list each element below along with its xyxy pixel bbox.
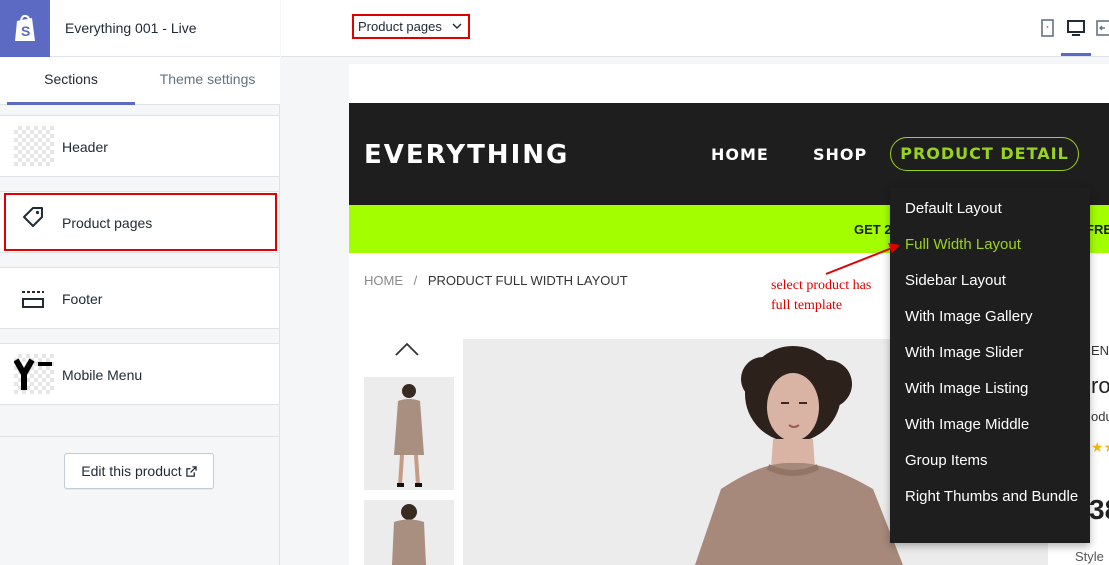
section-label: Mobile Menu xyxy=(62,367,143,383)
theme-editor: S Everything 001 - Live Sections Theme s… xyxy=(0,0,1109,565)
chevron-down-icon xyxy=(452,16,462,43)
dropdown-item[interactable]: With Image Slider xyxy=(905,343,1085,363)
external-link-icon xyxy=(185,465,197,477)
annotation-line: select product has xyxy=(771,278,872,293)
promo-text: GET 2 xyxy=(854,222,892,237)
breadcrumb: HOME / PRODUCT FULL WIDTH LAYOUT xyxy=(364,273,628,288)
edit-button-label: Edit this product xyxy=(81,463,182,479)
subtitle-peek: odu xyxy=(1091,409,1109,424)
page-select-dropdown[interactable]: Product pages xyxy=(352,14,470,39)
dropdown-item-active[interactable]: Full Width Layout xyxy=(905,235,1085,255)
header-thumbnail-icon xyxy=(14,126,54,166)
edit-product-button[interactable]: Edit this product xyxy=(64,453,214,489)
product-thumbnail[interactable] xyxy=(364,500,454,565)
dropdown-item[interactable]: Right Thumbs and Bundle xyxy=(905,487,1085,507)
vendor-peek: END xyxy=(1091,343,1109,358)
divider xyxy=(0,436,279,437)
store-name: Everything 001 - Live xyxy=(65,20,197,36)
title-peek: ro xyxy=(1091,373,1109,398)
dropdown-item[interactable]: Sidebar Layout xyxy=(905,271,1085,291)
dropdown-item[interactable]: Group Items xyxy=(905,451,1085,471)
mobile-menu-thumbnail-icon xyxy=(13,354,54,394)
fullscreen-view-icon[interactable] xyxy=(1095,18,1109,38)
dropdown-item[interactable]: With Image Gallery xyxy=(905,307,1085,327)
mobile-view-icon[interactable] xyxy=(1037,18,1057,38)
nav-product-detail[interactable]: PRODUCT DETAIL xyxy=(890,137,1079,171)
shopify-logo-icon[interactable]: S xyxy=(0,0,50,57)
desktop-view-icon[interactable] xyxy=(1066,18,1086,38)
nav-shop[interactable]: SHOP xyxy=(813,145,867,164)
annotation-line: full template xyxy=(771,298,843,313)
section-item-footer[interactable]: Footer xyxy=(0,267,279,329)
chevron-up-icon[interactable] xyxy=(395,342,419,356)
dropdown-item[interactable]: With Image Middle xyxy=(905,415,1085,435)
annotation-note: select product has full template xyxy=(771,276,871,316)
tab-sections[interactable]: Sections xyxy=(7,57,135,105)
product-detail-dropdown: Default Layout Full Width Layout Sidebar… xyxy=(890,188,1090,543)
dropdown-item[interactable]: With Image Listing xyxy=(905,379,1085,399)
section-item-header[interactable]: Header xyxy=(0,115,279,177)
rating-stars-icon: ★★ xyxy=(1091,439,1109,455)
device-active-indicator xyxy=(1061,53,1091,56)
footer-icon xyxy=(20,286,46,312)
section-label: Header xyxy=(62,139,108,155)
highlight-box xyxy=(4,193,277,251)
dropdown-item[interactable]: Default Layout xyxy=(905,199,1085,219)
tab-theme-settings[interactable]: Theme settings xyxy=(140,57,275,105)
breadcrumb-separator: / xyxy=(413,273,418,288)
price-peek: 38 xyxy=(1089,494,1109,525)
store-brand[interactable]: EVERYTHING xyxy=(364,140,569,170)
style-label-peek: Style xyxy=(1075,549,1104,564)
section-label: Footer xyxy=(62,291,103,307)
product-thumbnail[interactable] xyxy=(364,377,454,490)
breadcrumb-home[interactable]: HOME xyxy=(364,273,403,288)
sidebar: S Everything 001 - Live Sections Theme s… xyxy=(0,0,280,565)
top-bar: Product pages xyxy=(281,0,1109,57)
store-bar: S Everything 001 - Live xyxy=(0,0,280,57)
nav-home[interactable]: HOME xyxy=(711,145,769,164)
sidebar-tabs: Sections Theme settings xyxy=(0,57,280,105)
svg-text:S: S xyxy=(21,23,30,39)
page-select-value: Product pages xyxy=(358,19,442,34)
breadcrumb-current: PRODUCT FULL WIDTH LAYOUT xyxy=(427,273,628,288)
section-item-mobile-menu[interactable]: Mobile Menu xyxy=(0,343,279,405)
